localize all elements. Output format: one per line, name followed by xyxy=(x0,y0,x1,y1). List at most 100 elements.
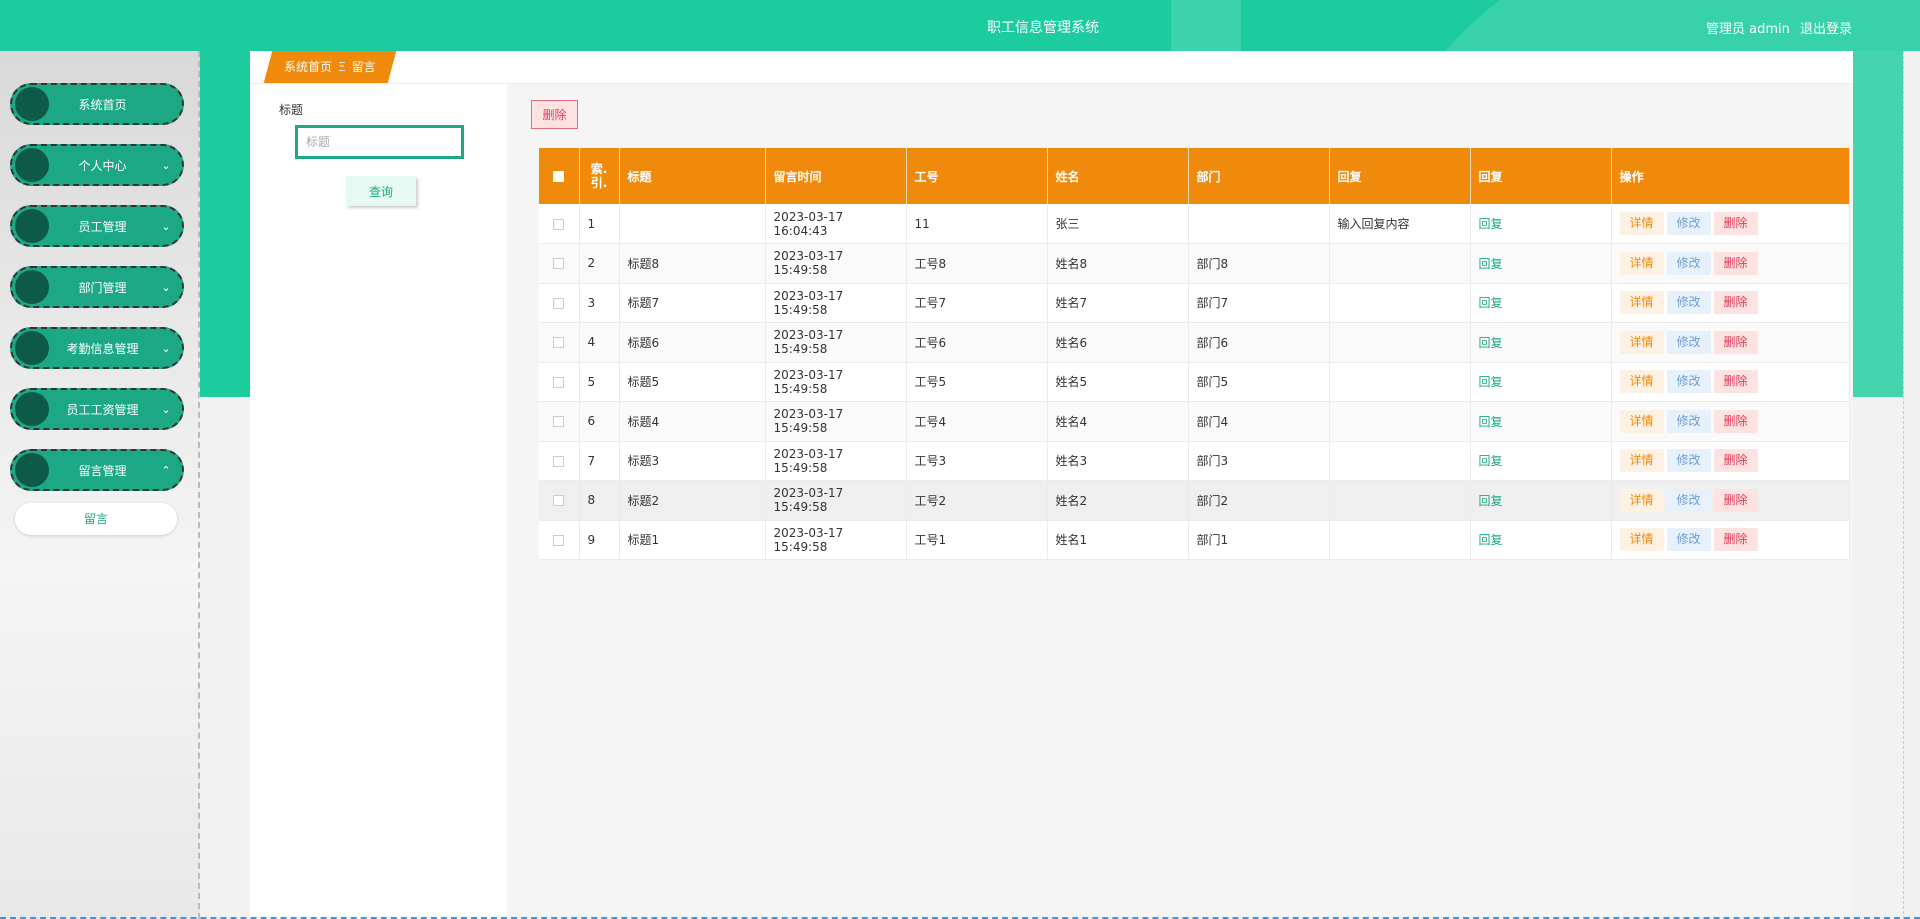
cell-time: 2023-03-17 16:04:43 xyxy=(765,204,907,244)
reply-link[interactable]: 回复 xyxy=(1479,415,1503,429)
sidebar-item-salary-management[interactable]: 员工工资管理 ⌄ xyxy=(10,388,184,430)
select-all-header[interactable] xyxy=(539,148,580,204)
search-title-input[interactable] xyxy=(295,125,464,159)
delete-button[interactable]: 删除 xyxy=(1713,212,1758,235)
table-row: 2 标题8 2023-03-17 15:49:58 工号8 姓名8 部门8 回复… xyxy=(539,243,1850,284)
vertical-scrollbar[interactable] xyxy=(1903,51,1920,919)
reply-link[interactable]: 回复 xyxy=(1479,257,1503,271)
menu-knob-icon xyxy=(15,453,49,487)
table-row: 8 标题2 2023-03-17 15:49:58 工号2 姓名2 部门2 回复… xyxy=(539,480,1850,521)
reply-link[interactable]: 回复 xyxy=(1479,336,1503,350)
sidebar-item-label: 部门管理 xyxy=(78,280,127,295)
cell-employee-no: 工号3 xyxy=(906,441,1048,481)
detail-button[interactable]: 详情 xyxy=(1619,251,1664,275)
row-checkbox[interactable] xyxy=(553,534,565,546)
reply-link[interactable]: 回复 xyxy=(1479,454,1503,468)
detail-button[interactable]: 详情 xyxy=(1619,291,1664,315)
chevron-down-icon: ⌄ xyxy=(161,280,171,294)
table-row: 7 标题3 2023-03-17 15:49:58 工号3 姓名3 部门3 回复… xyxy=(539,441,1850,481)
delete-button[interactable]: 删除 xyxy=(1713,291,1758,315)
row-checkbox[interactable] xyxy=(553,258,565,270)
reply-link[interactable]: 回复 xyxy=(1479,533,1503,547)
delete-button[interactable]: 删除 xyxy=(1713,330,1758,354)
cell-department: 部门3 xyxy=(1188,441,1330,481)
detail-button[interactable]: 详情 xyxy=(1619,409,1664,433)
header-department: 部门 xyxy=(1188,148,1330,204)
sidebar-item-personal-center[interactable]: 个人中心 ⌄ xyxy=(10,144,184,186)
select-all-checkbox[interactable] xyxy=(553,171,565,182)
edit-button[interactable]: 修改 xyxy=(1666,449,1711,473)
edit-button[interactable]: 修改 xyxy=(1666,212,1711,235)
cell-title xyxy=(619,204,766,244)
detail-button[interactable]: 详情 xyxy=(1619,330,1664,354)
header-actions: 操作 xyxy=(1611,148,1850,204)
sidebar-subitem-messages[interactable]: 留言 xyxy=(15,503,177,535)
delete-button[interactable]: 删除 xyxy=(1713,409,1758,433)
chevron-down-icon: ⌄ xyxy=(161,158,171,172)
reply-link[interactable]: 回复 xyxy=(1479,296,1503,310)
sidebar-item-label: 考勤信息管理 xyxy=(66,341,139,356)
delete-button[interactable]: 删除 xyxy=(1713,370,1758,394)
sidebar-item-label: 系统首页 xyxy=(78,97,127,112)
logout-link[interactable]: 退出登录 xyxy=(1800,22,1852,37)
edit-button[interactable]: 修改 xyxy=(1666,370,1711,394)
sidebar-item-employee-management[interactable]: 员工管理 ⌄ xyxy=(10,205,184,247)
breadcrumb-home[interactable]: 系统首页 xyxy=(284,60,332,74)
table-header-row: 索. 引. 标题 留言时间 工号 姓名 部门 回复 回复 操作 xyxy=(539,148,1850,204)
cell-time: 2023-03-17 15:49:58 xyxy=(765,362,907,402)
cell-time: 2023-03-17 15:49:58 xyxy=(765,441,907,481)
cell-name: 姓名1 xyxy=(1047,520,1189,560)
delete-button[interactable]: 删除 xyxy=(1713,488,1758,512)
row-checkbox[interactable] xyxy=(553,297,565,309)
detail-button[interactable]: 详情 xyxy=(1619,370,1664,394)
cell-name: 姓名7 xyxy=(1047,283,1189,323)
row-checkbox[interactable] xyxy=(553,416,565,428)
detail-button[interactable]: 详情 xyxy=(1619,528,1664,552)
search-title-label: 标题 xyxy=(279,103,304,117)
cell-index: 3 xyxy=(579,283,620,323)
sidebar-item-message-management[interactable]: 留言管理 ⌃ xyxy=(10,449,184,491)
delete-button[interactable]: 删除 xyxy=(1713,251,1758,275)
row-checkbox[interactable] xyxy=(553,455,565,467)
edit-button[interactable]: 修改 xyxy=(1666,409,1711,433)
sidebar-item-attendance-management[interactable]: 考勤信息管理 ⌄ xyxy=(10,327,184,369)
query-button[interactable]: 查询 xyxy=(346,176,416,206)
row-checkbox[interactable] xyxy=(553,337,565,349)
delete-button[interactable]: 删除 xyxy=(1713,528,1758,552)
detail-button[interactable]: 详情 xyxy=(1619,212,1664,235)
edit-button[interactable]: 修改 xyxy=(1666,488,1711,512)
row-checkbox[interactable] xyxy=(553,376,565,388)
sidebar-item-department-management[interactable]: 部门管理 ⌄ xyxy=(10,266,184,308)
cell-department: 部门8 xyxy=(1188,243,1330,284)
reply-link[interactable]: 回复 xyxy=(1479,494,1503,508)
cell-reply-content xyxy=(1329,283,1471,323)
edit-button[interactable]: 修改 xyxy=(1666,251,1711,275)
row-checkbox[interactable] xyxy=(553,218,565,230)
table-area: 删除 索. 引. 标题 留言时间 工号 姓名 部门 回复 回复 操作 1 202… xyxy=(507,84,1853,919)
cell-employee-no: 工号6 xyxy=(906,322,1048,363)
edit-button[interactable]: 修改 xyxy=(1666,330,1711,354)
sidebar-item-label: 员工管理 xyxy=(78,219,127,234)
cell-index: 7 xyxy=(579,441,620,481)
detail-button[interactable]: 详情 xyxy=(1619,488,1664,512)
table-row: 4 标题6 2023-03-17 15:49:58 工号6 姓名6 部门6 回复… xyxy=(539,322,1850,363)
table-row: 1 2023-03-17 16:04:43 11 张三 输入回复内容 回复 详情… xyxy=(539,204,1850,244)
edit-button[interactable]: 修改 xyxy=(1666,528,1711,552)
cell-index: 4 xyxy=(579,322,620,363)
cell-reply-content xyxy=(1329,401,1471,442)
batch-delete-button[interactable]: 删除 xyxy=(531,100,578,129)
reply-link[interactable]: 回复 xyxy=(1479,375,1503,389)
row-checkbox[interactable] xyxy=(553,495,565,507)
sidebar: 系统首页 个人中心 ⌄ 员工管理 ⌄ 部门管理 ⌄ 考勤信息管理 ⌄ 员工工资管… xyxy=(0,51,200,919)
reply-link[interactable]: 回复 xyxy=(1479,217,1503,231)
edit-button[interactable]: 修改 xyxy=(1666,291,1711,315)
cell-name: 姓名6 xyxy=(1047,322,1189,363)
delete-button[interactable]: 删除 xyxy=(1713,449,1758,473)
cell-title: 标题2 xyxy=(619,480,766,521)
cell-reply-content xyxy=(1329,362,1471,402)
user-area: 管理员 admin 退出登录 xyxy=(1700,18,1852,37)
detail-button[interactable]: 详情 xyxy=(1619,449,1664,473)
cell-index: 8 xyxy=(579,480,620,521)
header-reply-content: 回复 xyxy=(1329,148,1471,204)
sidebar-item-home[interactable]: 系统首页 xyxy=(10,83,184,125)
